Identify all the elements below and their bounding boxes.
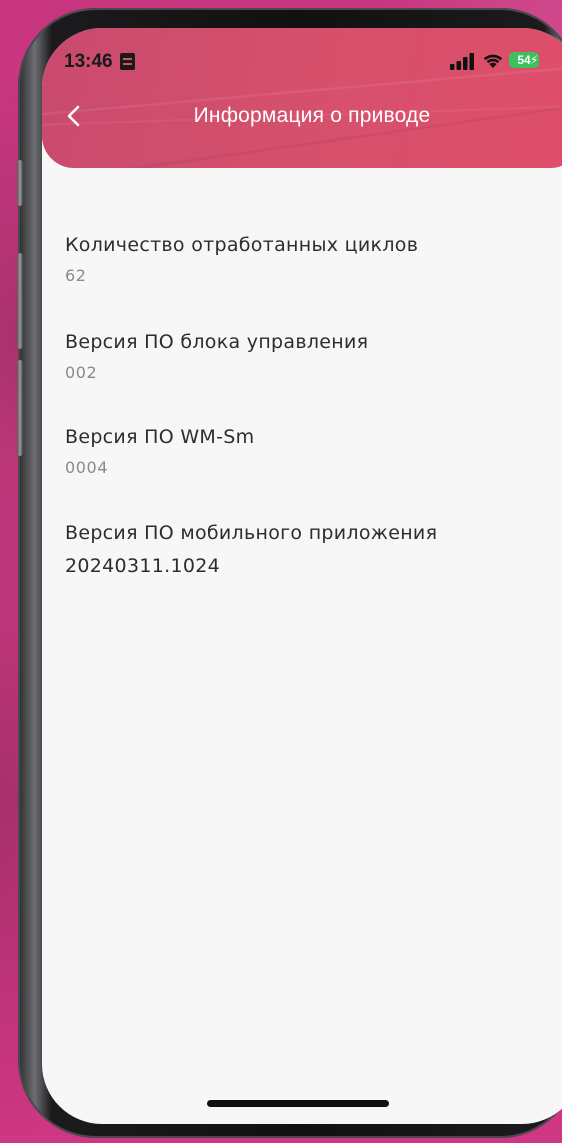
info-item-wm-sm-firmware: Версия ПО WM-Sm 0004 xyxy=(65,420,254,482)
control-unit-firmware-value: 002 xyxy=(65,363,98,382)
wm-sm-firmware-value: 0004 xyxy=(65,458,109,477)
status-time: 13:46 xyxy=(64,51,113,72)
mobile-app-version-value: 20240311.1024 xyxy=(65,555,220,577)
app-screen: 13:46 54 ⚡ Информация о приводе Количест… xyxy=(42,28,562,1124)
status-bar: 13:46 54 ⚡ xyxy=(42,50,562,76)
info-item-mobile-app-version: Версия ПО мобильного приложения 20240311… xyxy=(65,516,437,582)
volume-down-button xyxy=(17,360,23,456)
app-header: 13:46 54 ⚡ Информация о приводе xyxy=(42,28,562,168)
wifi-icon xyxy=(483,54,503,68)
cycles-label: Количество отработанных циклов xyxy=(65,234,419,256)
control-unit-firmware-label: Версия ПО блока управления xyxy=(65,331,369,353)
cellular-signal-icon xyxy=(450,53,474,70)
info-item-cycles: Количество отработанных циклов 62 xyxy=(65,228,418,290)
page-title: Информация о приводе xyxy=(193,104,431,127)
cycles-value: 62 xyxy=(65,266,87,285)
mobile-app-version-label: Версия ПО мобильного приложения xyxy=(65,522,438,544)
home-indicator[interactable] xyxy=(207,1100,389,1107)
wm-sm-firmware-label: Версия ПО WM-Sm xyxy=(65,426,255,448)
battery-level: 54 xyxy=(517,53,531,67)
mute-switch xyxy=(17,160,23,206)
info-item-control-unit-firmware: Версия ПО блока управления 002 xyxy=(65,325,368,387)
sim-card-icon xyxy=(120,53,135,70)
volume-up-button xyxy=(17,253,23,349)
charging-bolt-icon: ⚡ xyxy=(530,53,539,67)
